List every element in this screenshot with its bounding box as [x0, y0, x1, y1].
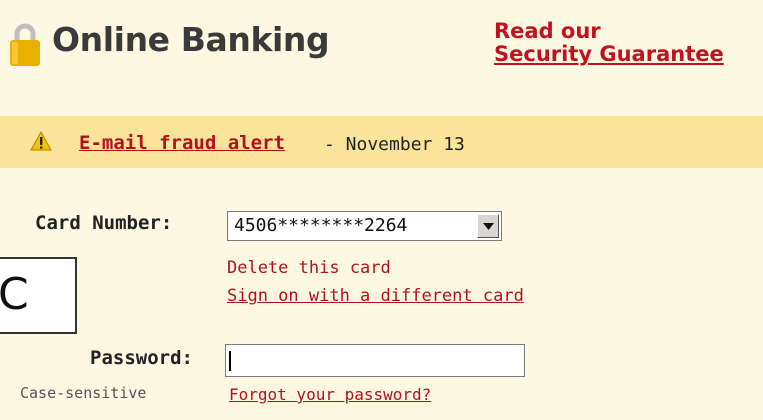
overlay-marker-letter: C: [0, 269, 29, 320]
online-banking-signin-page: { "header": { "title": "Online Banking",…: [0, 0, 763, 420]
security-guarantee-link[interactable]: Read our Security Guarantee: [494, 20, 724, 66]
chevron-down-icon: [483, 223, 494, 230]
alert-date: - November 13: [324, 134, 465, 155]
security-link-line2: Security Guarantee: [494, 42, 724, 66]
overlay-marker-box: C: [0, 257, 77, 334]
card-number-value: 4506********2264: [234, 215, 408, 236]
warning-icon: [30, 130, 52, 151]
card-number-label: Card Number:: [35, 212, 173, 234]
password-input[interactable]: [225, 344, 525, 377]
text-caret: [229, 351, 231, 371]
delete-card-link[interactable]: Delete this card: [227, 258, 391, 278]
password-label: Password:: [90, 347, 193, 369]
page-title: Online Banking: [52, 20, 330, 59]
card-number-select[interactable]: 4506********2264: [227, 211, 502, 241]
email-fraud-alert-link[interactable]: E-mail fraud alert: [79, 132, 285, 154]
forgot-password-link[interactable]: Forgot your password?: [229, 385, 431, 404]
dropdown-button[interactable]: [477, 214, 499, 238]
security-link-line1: Read our: [494, 19, 601, 43]
lock-icon: [10, 22, 40, 66]
case-sensitive-note: Case-sensitive: [20, 384, 147, 402]
different-card-link[interactable]: Sign on with a different card: [227, 286, 524, 306]
